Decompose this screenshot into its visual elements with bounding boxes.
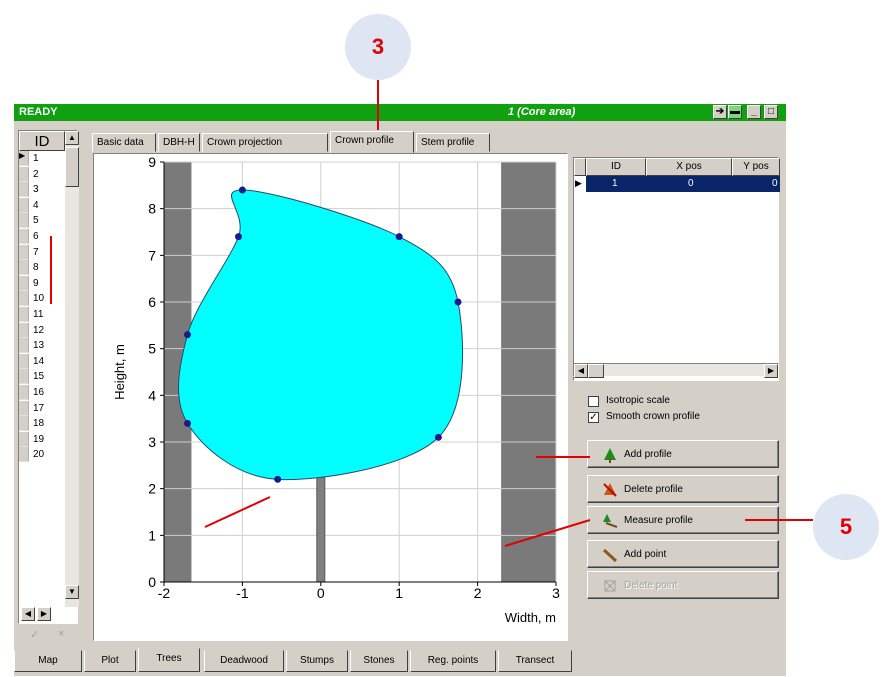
callout-line-8 bbox=[504, 519, 591, 547]
callout-line-6 bbox=[204, 496, 271, 528]
callout-lines bbox=[50, 80, 813, 547]
